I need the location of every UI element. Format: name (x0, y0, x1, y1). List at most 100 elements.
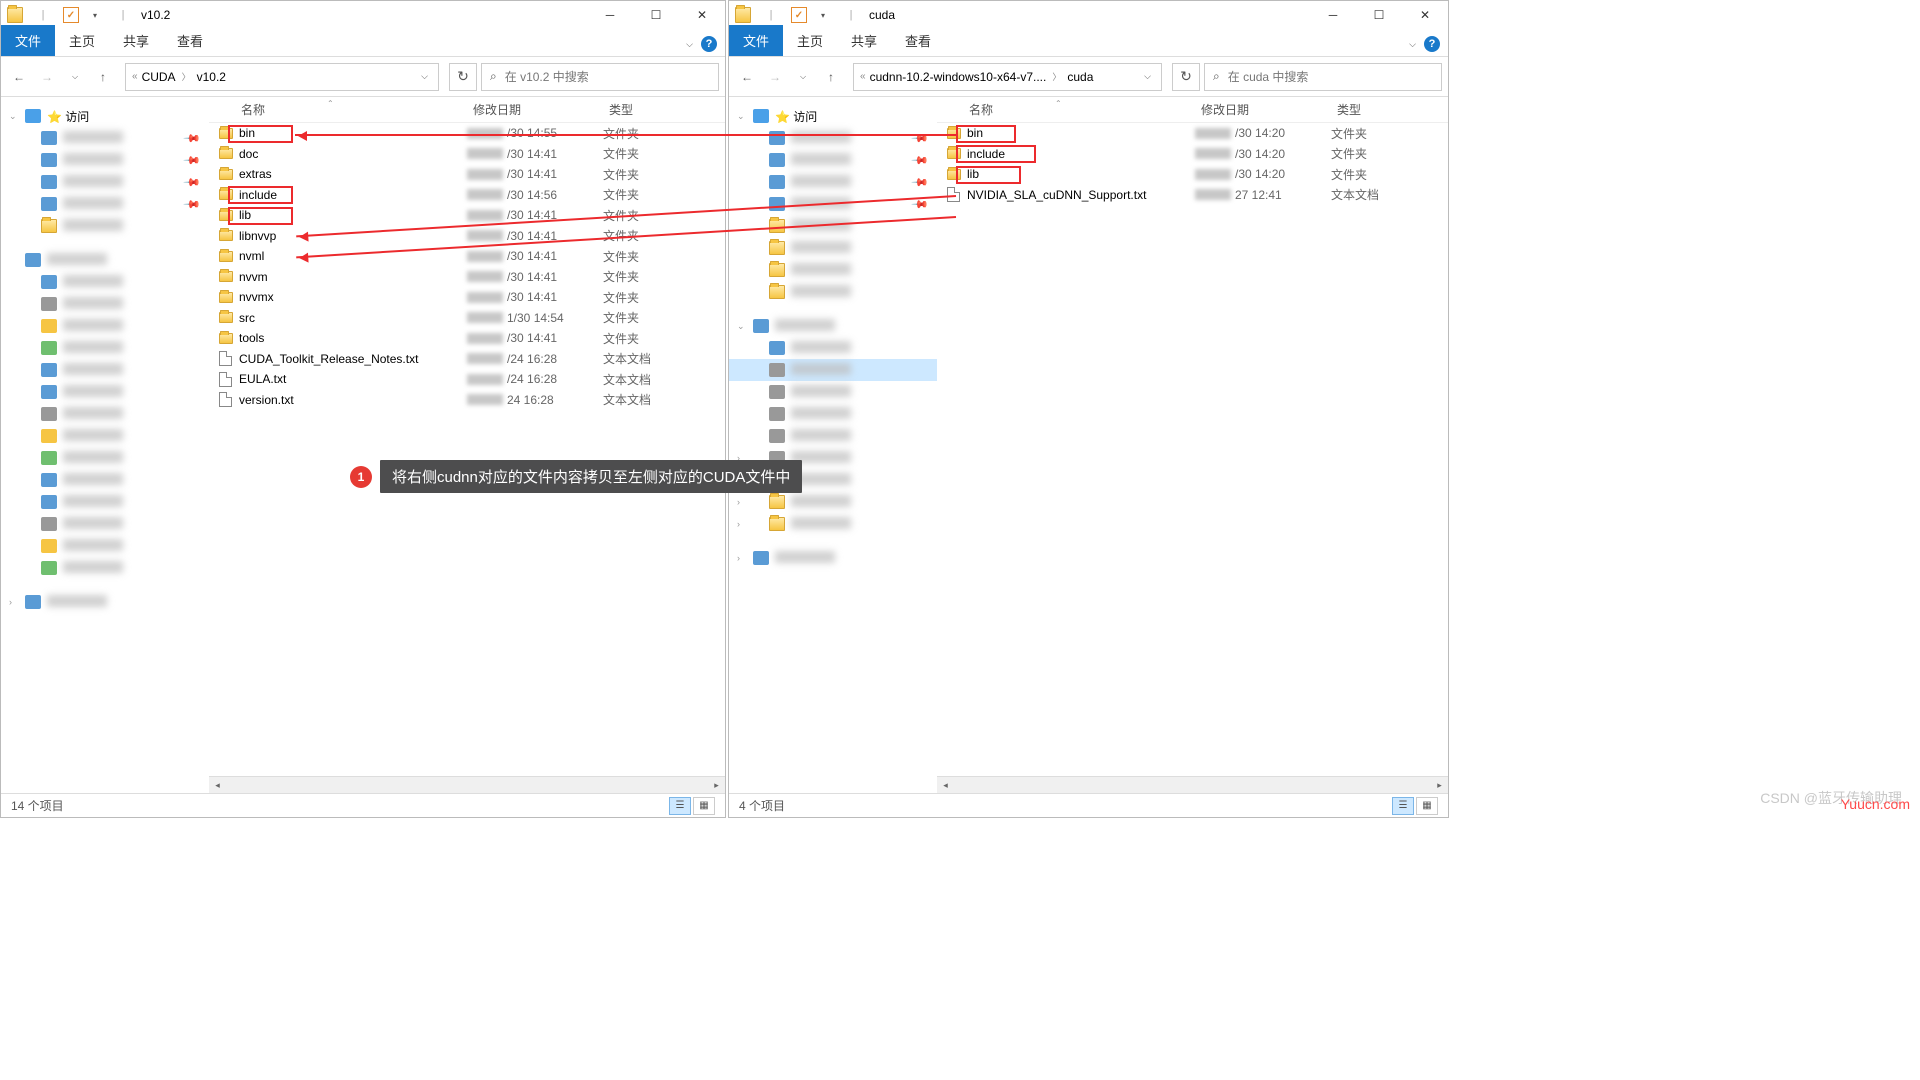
file-row[interactable]: CUDA_Toolkit_Release_Notes.txt/24 16:28文… (209, 349, 725, 370)
nav-item[interactable] (729, 403, 937, 425)
nav-item[interactable]: 📌 (729, 149, 937, 171)
file-row[interactable]: nvvmx/30 14:41文件夹 (209, 287, 725, 308)
nav-item[interactable]: › (729, 513, 937, 535)
file-row[interactable]: nvvm/30 14:41文件夹 (209, 267, 725, 288)
search-input[interactable]: ⌕ 在 cuda 中搜索 (1204, 63, 1442, 91)
nav-item[interactable]: ⌄⭐ 访问 (729, 105, 937, 127)
file-row[interactable]: bin/30 14:55文件夹 (209, 123, 725, 144)
file-row[interactable]: lib/30 14:20文件夹 (937, 164, 1448, 185)
nav-item[interactable]: 📌 (1, 149, 209, 171)
search-input[interactable]: ⌕ 在 v10.2 中搜索 (481, 63, 719, 91)
nav-item[interactable]: › (729, 491, 937, 513)
chevron-icon[interactable]: › (9, 597, 12, 607)
thumbnails-view-button[interactable]: ▦ (1416, 797, 1438, 815)
col-date[interactable]: 修改日期 (1195, 101, 1331, 118)
chevron-icon[interactable]: › (737, 553, 740, 563)
nav-item[interactable] (729, 281, 937, 303)
file-row[interactable]: nvml/30 14:41文件夹 (209, 246, 725, 267)
nav-item[interactable] (1, 491, 209, 513)
recent-dropdown[interactable]: ⌵ (791, 65, 815, 89)
nav-pane[interactable]: ⌄⭐ 访问📌📌📌📌› (1, 97, 209, 793)
refresh-button[interactable]: ↻ (449, 63, 477, 91)
crumb-segment[interactable]: CUDA (142, 70, 176, 84)
nav-item[interactable]: › (1, 591, 209, 613)
nav-item[interactable]: 📌 (1, 193, 209, 215)
recent-dropdown[interactable]: ⌵ (63, 65, 87, 89)
chevron-icon[interactable]: ⌄ (737, 111, 745, 122)
scroll-left-icon[interactable]: ◂ (209, 777, 226, 793)
chevron-icon[interactable]: ⌄ (9, 111, 17, 122)
nav-item[interactable] (729, 259, 937, 281)
nav-item[interactable] (1, 381, 209, 403)
crumb-segment[interactable]: cudnn-10.2-windows10-x64-v7.... (870, 70, 1047, 84)
crumb-segment[interactable]: v10.2 (197, 70, 226, 84)
maximize-button[interactable]: ☐ (633, 1, 679, 29)
file-row[interactable]: extras/30 14:41文件夹 (209, 164, 725, 185)
col-name[interactable]: 名称 (219, 101, 467, 118)
tab-share[interactable]: 共享 (109, 25, 163, 56)
nav-item[interactable] (729, 215, 937, 237)
nav-item[interactable] (1, 535, 209, 557)
file-row[interactable]: lib/30 14:41文件夹 (209, 205, 725, 226)
help-icon[interactable]: ? (1424, 36, 1440, 52)
up-button[interactable]: ↑ (819, 65, 843, 89)
tab-file[interactable]: 文件 (729, 25, 783, 56)
file-row[interactable]: include/30 14:20文件夹 (937, 144, 1448, 165)
nav-item[interactable] (1, 425, 209, 447)
nav-pane[interactable]: ⌄⭐ 访问📌📌📌📌⌄››››› (729, 97, 937, 793)
chevron-down-icon[interactable]: ⌵ (1409, 39, 1416, 50)
chevron-down-icon[interactable]: ⌵ (1140, 71, 1155, 82)
details-view-button[interactable]: ☰ (1392, 797, 1414, 815)
horizontal-scrollbar[interactable]: ◂▸ (209, 776, 725, 793)
nav-item[interactable]: 📌 (1, 127, 209, 149)
scroll-right-icon[interactable]: ▸ (708, 777, 725, 793)
breadcrumb[interactable]: « CUDA 〉 v10.2 ⌵ (125, 63, 439, 91)
crumb-segment[interactable]: cuda (1067, 70, 1093, 84)
col-date[interactable]: 修改日期 (467, 101, 603, 118)
help-icon[interactable]: ? (701, 36, 717, 52)
forward-button[interactable]: → (35, 65, 59, 89)
nav-item[interactable]: 📌 (729, 193, 937, 215)
nav-item[interactable]: ⌄⭐ 访问 (1, 105, 209, 127)
nav-item[interactable] (729, 381, 937, 403)
maximize-button[interactable]: ☐ (1356, 1, 1402, 29)
scroll-right-icon[interactable]: ▸ (1431, 777, 1448, 793)
file-row[interactable]: libnvvp/30 14:41文件夹 (209, 226, 725, 247)
col-type[interactable]: 类型 (603, 101, 703, 118)
scroll-left-icon[interactable]: ◂ (937, 777, 954, 793)
chevron-icon[interactable]: ⌄ (737, 321, 745, 332)
forward-button[interactable]: → (763, 65, 787, 89)
back-button[interactable]: ← (7, 65, 31, 89)
nav-item[interactable] (729, 425, 937, 447)
chevron-down-icon[interactable]: ▾ (87, 7, 103, 23)
file-row[interactable]: tools/30 14:41文件夹 (209, 328, 725, 349)
nav-item[interactable] (1, 215, 209, 237)
column-headers[interactable]: ⌃ 名称 修改日期 类型 (937, 97, 1448, 123)
file-row[interactable]: version.txt24 16:28文本文档 (209, 390, 725, 411)
close-button[interactable]: ✕ (1402, 1, 1448, 29)
horizontal-scrollbar[interactable]: ◂▸ (937, 776, 1448, 793)
details-view-button[interactable]: ☰ (669, 797, 691, 815)
tab-view[interactable]: 查看 (891, 25, 945, 56)
minimize-button[interactable]: ─ (1310, 1, 1356, 29)
chevron-down-icon[interactable]: ▾ (815, 7, 831, 23)
nav-item[interactable] (1, 293, 209, 315)
nav-item[interactable] (1, 557, 209, 579)
nav-item[interactable] (729, 337, 937, 359)
nav-item[interactable]: ⌄ (729, 315, 937, 337)
nav-item[interactable]: › (729, 547, 937, 569)
chevron-icon[interactable]: › (737, 519, 740, 529)
checkbox-icon[interactable]: ✓ (63, 7, 79, 23)
nav-item[interactable] (1, 513, 209, 535)
nav-item[interactable] (729, 359, 937, 381)
chevron-down-icon[interactable]: ⌵ (417, 71, 432, 82)
file-row[interactable]: NVIDIA_SLA_cuDNN_Support.txt27 12:41文本文档 (937, 185, 1448, 206)
checkbox-icon[interactable]: ✓ (791, 7, 807, 23)
nav-item[interactable] (1, 447, 209, 469)
tab-share[interactable]: 共享 (837, 25, 891, 56)
close-button[interactable]: ✕ (679, 1, 725, 29)
thumbnails-view-button[interactable]: ▦ (693, 797, 715, 815)
tab-view[interactable]: 查看 (163, 25, 217, 56)
nav-item[interactable]: 📌 (1, 171, 209, 193)
tab-file[interactable]: 文件 (1, 25, 55, 56)
